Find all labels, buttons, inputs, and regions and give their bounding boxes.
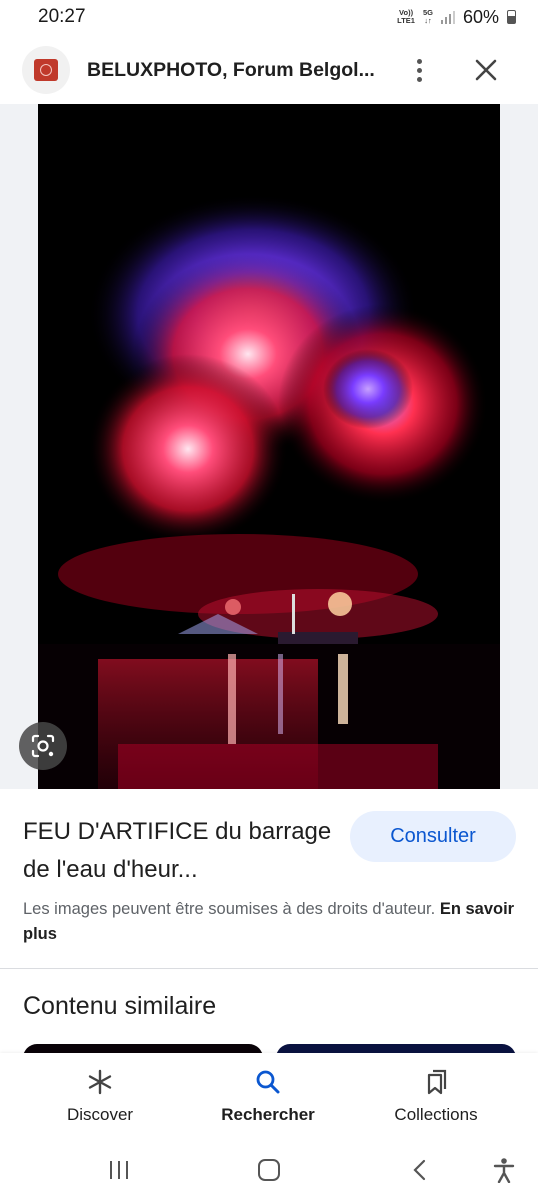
close-icon[interactable]: [468, 52, 504, 88]
similar-content-heading: Contenu similaire: [23, 992, 217, 1020]
nav-collections[interactable]: Collections: [361, 1053, 511, 1143]
status-icons: Vo)) LTE1 5G ↓↑ 60%: [397, 7, 516, 28]
battery-percent: 60%: [462, 6, 499, 27]
fireworks-image[interactable]: [38, 104, 500, 789]
signal-icon: [440, 10, 455, 24]
status-bar: 20:27 Vo)) LTE1 5G ↓↑ 60%: [0, 0, 538, 34]
nav-search[interactable]: Rechercher: [193, 1053, 343, 1143]
asterisk-icon: [85, 1067, 115, 1097]
search-icon: [253, 1067, 283, 1097]
volte-indicator: Vo)) LTE1: [397, 8, 415, 25]
accessibility-icon[interactable]: [484, 1155, 524, 1185]
5g-indicator: 5G ↓↑: [422, 8, 433, 25]
system-navigation: [0, 1143, 538, 1200]
copyright-notice: Les images peuvent être soumises à des d…: [23, 897, 523, 947]
result-info: FEU D'ARTIFICE du barrage de l'eau d'heu…: [0, 789, 538, 969]
recent-apps-icon[interactable]: [99, 1155, 139, 1185]
divider: [0, 968, 538, 969]
image-viewer: [0, 104, 538, 789]
source-title[interactable]: BELUXPHOTO, Forum Belgol...: [87, 59, 387, 82]
home-icon[interactable]: [249, 1155, 289, 1185]
bookmark-icon: [421, 1067, 451, 1097]
lens-search-icon[interactable]: [19, 722, 67, 770]
header: BELUXPHOTO, Forum Belgol...: [0, 36, 538, 104]
site-favicon[interactable]: [22, 46, 70, 94]
nav-discover[interactable]: Discover: [25, 1053, 175, 1143]
bottom-navigation: Discover Rechercher Collections: [0, 1053, 538, 1143]
status-time: 20:27: [38, 6, 86, 27]
copyright-text: Les images peuvent être soumises à des d…: [23, 900, 440, 918]
back-icon[interactable]: [400, 1155, 440, 1185]
battery-icon: [507, 10, 516, 24]
more-options-icon[interactable]: [404, 50, 434, 90]
consult-button[interactable]: Consulter: [350, 811, 516, 862]
result-title[interactable]: FEU D'ARTIFICE du barrage de l'eau d'heu…: [23, 813, 333, 889]
